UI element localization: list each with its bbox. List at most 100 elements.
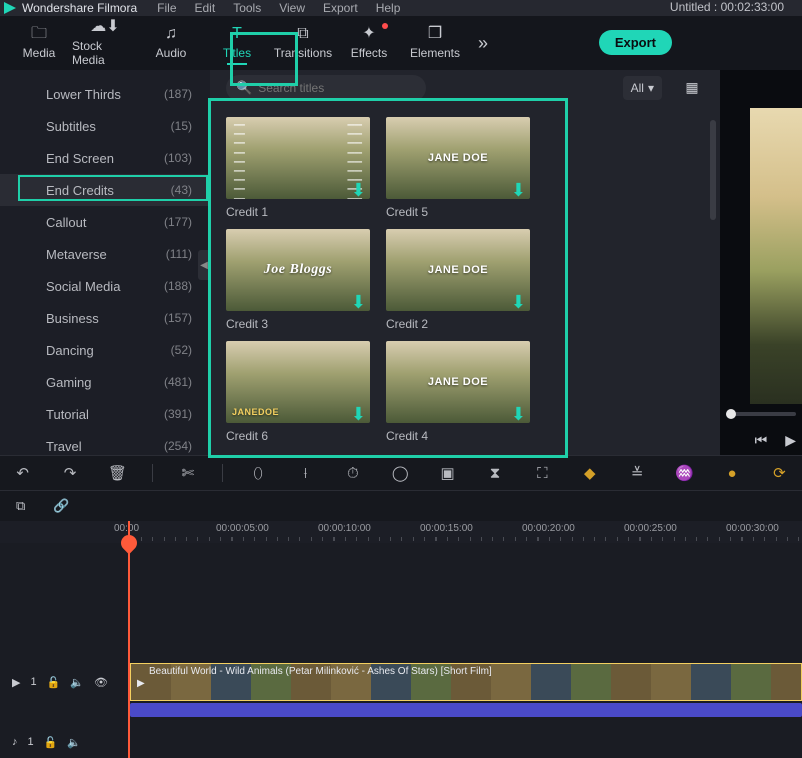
video-clip[interactable]: ▶ Beautiful World - Wild Animals (Petar … [130, 663, 802, 701]
green-screen-icon[interactable]: ▣ [435, 459, 460, 487]
category-lower-thirds[interactable]: Lower Thirds(187) [0, 78, 210, 110]
download-icon[interactable]: ⬇ [351, 180, 366, 199]
category-tutorial[interactable]: Tutorial (391) [0, 398, 210, 430]
category-count: (157) [164, 311, 192, 325]
asset-tabs: 🗀Media ☁︎⬇Stock Media ♫Audio TTitles ⧉Tr… [0, 16, 802, 70]
tab-titles[interactable]: TTitles [204, 17, 270, 69]
category-dancing[interactable]: Dancing(52) [0, 334, 210, 366]
download-icon[interactable]: ⬇ [511, 180, 526, 199]
download-icon[interactable]: ⬇ [511, 404, 526, 423]
category-label: End Credits [46, 183, 114, 198]
preview-canvas [750, 108, 802, 404]
tabs-more-icon[interactable]: » [478, 33, 488, 54]
tab-media[interactable]: 🗀Media [6, 17, 72, 69]
download-icon[interactable]: ⬇ [511, 292, 526, 311]
split-icon[interactable]: ✄ [175, 459, 200, 487]
category-count: (15) [171, 119, 192, 133]
search-box[interactable]: 🔍 [226, 75, 426, 101]
audio-track-icon[interactable]: ♪ [12, 736, 18, 748]
export-button[interactable]: Export [599, 30, 672, 55]
video-track: ▶ 1 🔓 🔈 👁 ▶ Beautiful World - Wild Anima… [0, 661, 802, 703]
color-icon[interactable]: ◯ [388, 459, 413, 487]
download-icon[interactable]: ⬇ [351, 292, 366, 311]
category-count: (103) [164, 151, 192, 165]
delete-icon[interactable]: 🗑 [105, 459, 130, 487]
audio-icon[interactable]: ♒ [672, 459, 697, 487]
link-icon[interactable]: 🔗 [53, 498, 69, 514]
filter-dropdown[interactable]: All ▾ [623, 76, 662, 100]
title-template[interactable]: ━━━━━━━━━━━━━━━━━━━━━━━━━━━━━━━━━━━━━━━━… [226, 117, 370, 219]
title-template[interactable]: JANE DOE⬇ Credit 4 [386, 341, 530, 443]
grid-view-icon[interactable]: ▦ [680, 76, 704, 100]
app-name: Wondershare Filmora [22, 1, 137, 15]
category-end-screen[interactable]: End Screen(103) [0, 142, 210, 174]
audio-clip-track [0, 703, 802, 721]
thumbnail-image: JANEDOE⬇ [226, 341, 370, 423]
crop-icon[interactable]: ⟊ [293, 459, 318, 487]
menu-view[interactable]: View [279, 1, 305, 15]
speed-icon[interactable]: ⏱ [340, 459, 365, 487]
redo-icon[interactable]: ↷ [57, 459, 82, 487]
tab-stock-media[interactable]: ☁︎⬇Stock Media [72, 17, 138, 69]
playhead[interactable] [128, 521, 130, 758]
preview-prev-icon[interactable]: ⏮ [755, 432, 768, 449]
title-template[interactable]: JANE DOE⬇Credit 5 [386, 117, 530, 219]
menu-file[interactable]: File [157, 1, 176, 15]
title-template[interactable]: JANE DOE⬇Credit 2 [386, 229, 530, 331]
app-logo-icon [4, 2, 16, 14]
lock-icon[interactable]: 🔓 [44, 736, 58, 749]
timeline: 00:0000:00:05:0000:00:10:0000:00:15:0000… [0, 521, 802, 758]
video-track-icon[interactable]: ▶ [12, 676, 20, 689]
duplicate-icon[interactable]: ⧉ [16, 498, 25, 514]
thumbnail-image: JANE DOE⬇ [386, 341, 530, 423]
category-metaverse[interactable]: Metaverse(111) [0, 238, 210, 270]
preview-play-icon[interactable]: ▶ [785, 432, 796, 449]
audio-clip[interactable] [130, 703, 802, 717]
elements-icon: ❒ [428, 26, 442, 42]
thumbnail-image: Joe Bloggs⬇ [226, 229, 370, 311]
category-business[interactable]: Business(157) [0, 302, 210, 334]
collapse-sidebar-icon[interactable]: ◀ [198, 250, 210, 280]
crop-block-icon[interactable]: ⬯ [245, 459, 270, 487]
adjust-icon[interactable]: ≚ [625, 459, 650, 487]
undo-icon[interactable]: ↶ [10, 459, 35, 487]
category-subtitles[interactable]: Subtitles(15) [0, 110, 210, 142]
download-icon[interactable]: ⬇ [351, 404, 366, 423]
render-icon[interactable]: ⟳ [767, 459, 792, 487]
tab-transitions[interactable]: ⧉Transitions [270, 17, 336, 69]
category-gaming[interactable]: Gaming(481) [0, 366, 210, 398]
thumbnail-label: Credit 2 [386, 317, 530, 331]
menu-export[interactable]: Export [323, 1, 358, 15]
title-template[interactable]: Joe Bloggs⬇Credit 3 [226, 229, 370, 331]
mute-icon[interactable]: 🔈 [70, 676, 84, 689]
search-input[interactable] [258, 81, 398, 95]
preview-scrub-knob[interactable] [726, 409, 736, 419]
tab-elements[interactable]: ❒Elements [402, 17, 468, 69]
motion-track-icon[interactable]: ⛶ [530, 459, 555, 487]
thumbnail-label: Credit 4 [386, 429, 530, 443]
title-template[interactable]: JANEDOE⬇Credit 6 [226, 341, 370, 443]
tab-effects[interactable]: ✦Effects [336, 17, 402, 69]
category-count: (177) [164, 215, 192, 229]
keyframe-icon[interactable]: ◆ [577, 459, 602, 487]
category-travel[interactable]: Travel(254) [0, 430, 210, 455]
menu-tools[interactable]: Tools [233, 1, 261, 15]
category-end-credits[interactable]: End Credits(43) [0, 174, 210, 206]
timeline-toolbar: ↶ ↷ 🗑 ✄ ⬯ ⟊ ⏱ ◯ ▣ ⧗ ⛶ ◆ ≚ ♒ ● ⟳ [0, 455, 802, 491]
thumbnail-label: Credit 5 [386, 205, 530, 219]
marker-dot-icon[interactable]: ● [719, 459, 744, 487]
category-social-media[interactable]: Social Media(188) [0, 270, 210, 302]
eye-icon[interactable]: 👁 [94, 676, 108, 689]
menu-edit[interactable]: Edit [195, 1, 216, 15]
tab-audio[interactable]: ♫Audio [138, 17, 204, 69]
category-label: Travel [46, 439, 82, 454]
lock-icon[interactable]: 🔓 [47, 676, 61, 689]
preview-scrub-track[interactable] [726, 412, 796, 416]
menu-help[interactable]: Help [376, 1, 401, 15]
keyframe-time-icon[interactable]: ⧗ [482, 459, 507, 487]
category-label: Dancing [46, 343, 94, 358]
category-count: (391) [164, 407, 192, 421]
category-label: Tutorial [46, 407, 89, 422]
category-callout[interactable]: Callout(177) [0, 206, 210, 238]
mute-icon[interactable]: 🔈 [67, 736, 81, 749]
